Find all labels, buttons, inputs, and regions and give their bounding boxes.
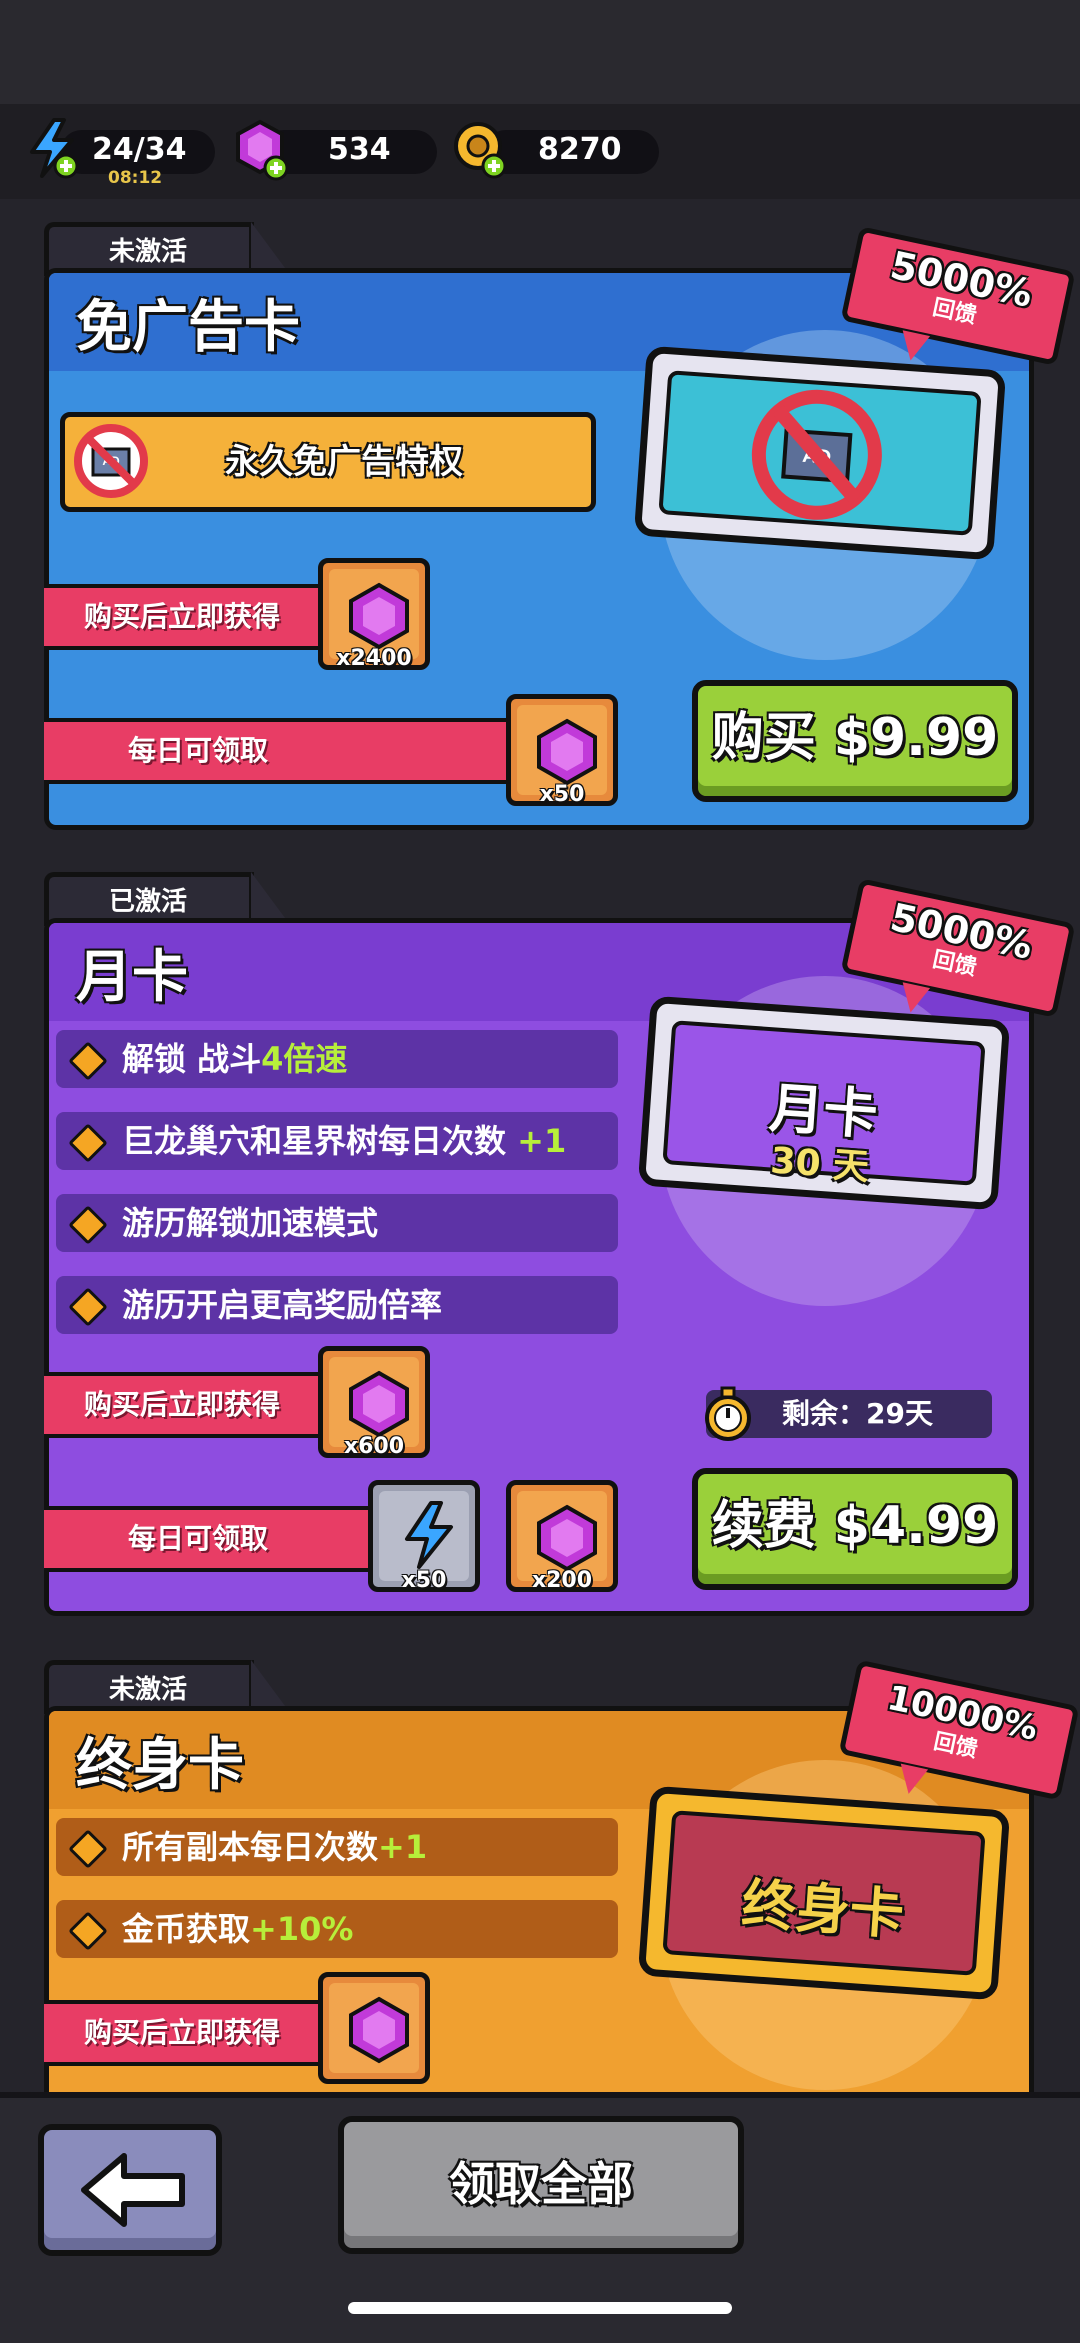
- daily-reward-label: 每日可领取: [44, 1506, 384, 1572]
- reward-quantity: x2400: [336, 646, 412, 671]
- bullet-diamond-icon: [68, 1911, 108, 1951]
- energy-icon[interactable]: [26, 118, 82, 184]
- instant-gem-reward[interactable]: x600: [318, 1346, 430, 1459]
- instant-reward-label: 购买后立即获得: [44, 2000, 334, 2066]
- remaining-text: 剩余：29天: [782, 1397, 933, 1430]
- gem-icon: [349, 582, 409, 650]
- feature-row: 解锁 战斗4倍速: [56, 1030, 618, 1088]
- ad-free-ticket-image: AD: [633, 345, 1007, 561]
- daily-energy-reward[interactable]: x50: [368, 1480, 480, 1593]
- feature-row: 游历开启更高奖励倍率: [56, 1276, 618, 1334]
- feature-row: 游历解锁加速模式: [56, 1194, 618, 1252]
- feature-row: 所有副本每日次数+1: [56, 1818, 618, 1876]
- feature-row: 金币获取+10%: [56, 1900, 618, 1958]
- energy-icon: [405, 1501, 453, 1569]
- bullet-diamond-icon: [68, 1287, 108, 1327]
- buy-ad-free-button[interactable]: 购买 $9.99: [692, 680, 1018, 802]
- gem-icon: [349, 1996, 409, 2064]
- coin-icon[interactable]: [450, 118, 510, 186]
- gems-value: 534: [328, 132, 391, 167]
- daily-gem-reward[interactable]: x200: [506, 1480, 618, 1593]
- no-ad-icon: AD: [751, 389, 882, 520]
- reward-quantity: x600: [343, 1434, 405, 1459]
- energy-value: 24/34: [92, 132, 187, 167]
- gem-icon: [349, 1370, 409, 1438]
- bullet-diamond-icon: [68, 1123, 108, 1163]
- instant-gem-reward[interactable]: x2400: [318, 558, 430, 671]
- instant-reward-label: 购买后立即获得: [44, 584, 334, 650]
- daily-reward-label: 每日可领取: [44, 718, 514, 784]
- gem-icon[interactable]: [232, 118, 292, 186]
- gem-icon: [537, 1504, 597, 1572]
- reward-quantity: x50: [401, 1568, 447, 1593]
- feature-row: 巨龙巢穴和星界树每日次数 +1: [56, 1112, 618, 1170]
- energy-timer: 08:12: [108, 168, 163, 188]
- lifetime-ticket-image: 终身卡: [637, 1785, 1011, 2001]
- card-title: 月卡: [76, 945, 188, 1010]
- status-label: 未激活: [109, 237, 188, 267]
- bullet-diamond-icon: [68, 1829, 108, 1869]
- bullet-diamond-icon: [68, 1041, 108, 1081]
- claim-all-button[interactable]: 领取全部: [338, 2116, 744, 2254]
- monthly-ticket-image: 月卡 30 天: [637, 995, 1011, 1211]
- status-label: 已激活: [109, 887, 188, 917]
- card-title: 免广告卡: [76, 295, 300, 360]
- reward-quantity: x50: [539, 782, 585, 807]
- coins-value: 8270: [538, 132, 622, 167]
- privilege-text: 永久免广告特权: [225, 442, 463, 482]
- instant-reward-label: 购买后立即获得: [44, 1372, 334, 1438]
- top-spacer: [0, 0, 1080, 104]
- privilege-bar: AD 永久免广告特权: [60, 412, 596, 512]
- daily-gem-reward[interactable]: x50: [506, 694, 618, 807]
- stopwatch-icon: [705, 1386, 751, 1441]
- remaining-time: 剩余：29天: [705, 1386, 992, 1441]
- no-ad-icon: AD: [73, 423, 149, 503]
- bullet-diamond-icon: [68, 1205, 108, 1245]
- status-label: 未激活: [109, 1675, 188, 1705]
- arrow-left-icon: [81, 2153, 185, 2227]
- back-button[interactable]: [38, 2124, 222, 2256]
- renew-monthly-button[interactable]: 续费 $4.99: [692, 1468, 1018, 1590]
- instant-gem-reward[interactable]: [318, 1972, 430, 2084]
- gem-icon: [537, 718, 597, 786]
- home-indicator: [348, 2302, 732, 2314]
- card-title: 终身卡: [76, 1733, 244, 1798]
- reward-quantity: x200: [531, 1568, 593, 1593]
